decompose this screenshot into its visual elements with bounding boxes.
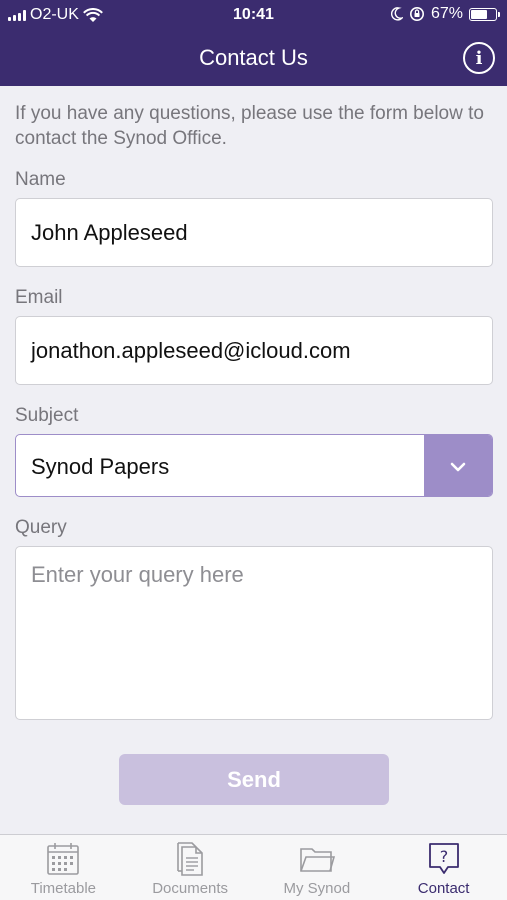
speech-bubble-question-icon: ? [428,843,459,874]
subject-select[interactable]: Synod Papers [15,434,493,497]
query-label: Query [15,517,67,538]
tab-my-synod[interactable]: My Synod [254,835,381,900]
moon-icon [390,7,403,21]
tab-contact-label: Contact [417,880,470,897]
rotation-lock-icon [409,7,424,21]
nav-bar: Contact Us i [0,30,507,86]
intro-text: If you have any questions, please use th… [15,103,484,149]
status-bar: O2-UK 10:41 67% [0,0,507,30]
info-icon[interactable]: i [463,42,495,74]
subject-dropdown-button[interactable] [424,435,492,496]
battery-icon [469,7,500,21]
battery-percent: 67% [430,5,463,22]
subject-value: Synod Papers [31,453,170,479]
chevron-down-icon [450,462,466,471]
tab-documents-label: Documents [152,880,229,897]
tab-bar: Timetable Documents My Synod ? Contact [0,834,507,900]
tab-my-synod-label: My Synod [283,880,351,897]
page-title: Contact Us [199,45,308,70]
email-label: Email [15,287,63,308]
tab-documents[interactable]: Documents [127,835,254,900]
calendar-icon [47,843,80,875]
folder-icon [300,848,335,872]
svg-text:?: ? [439,847,448,866]
subject-label: Subject [15,405,79,426]
name-field[interactable]: John Appleseed [15,198,493,267]
email-field[interactable]: jonathon.appleseed@icloud.com [15,316,493,385]
query-textarea[interactable]: Enter your query here [15,546,493,720]
document-icon [177,842,203,876]
tab-timetable[interactable]: Timetable [0,835,127,900]
tab-contact[interactable]: ? Contact [380,835,507,900]
send-button[interactable]: Send [119,754,389,805]
name-label: Name [15,169,66,190]
tab-timetable-label: Timetable [30,880,97,897]
